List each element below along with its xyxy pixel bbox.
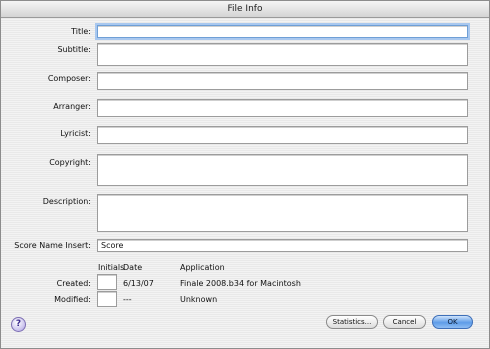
created-date: 6/13/07	[123, 279, 154, 288]
modified-date: ---	[123, 295, 132, 304]
arranger-field[interactable]	[97, 99, 468, 117]
application-header: Application	[180, 263, 225, 272]
modified-application: Unknown	[180, 295, 218, 304]
description-field[interactable]	[97, 194, 468, 232]
created-initials-field[interactable]	[97, 274, 117, 290]
ok-button[interactable]: OK	[432, 315, 473, 329]
modified-label: Modified:	[54, 295, 91, 304]
score-name-insert-field[interactable]	[97, 239, 468, 252]
score-name-insert-label: Score Name Insert:	[14, 241, 91, 250]
help-icon[interactable]: ?	[11, 317, 26, 332]
copyright-field[interactable]	[97, 154, 468, 186]
composer-label: Composer:	[47, 74, 91, 83]
statistics-button[interactable]: Statistics...	[326, 315, 378, 329]
description-label: Description:	[42, 197, 91, 206]
date-header: Date	[123, 263, 143, 272]
title-field[interactable]	[97, 25, 468, 38]
title-label: Title:	[71, 27, 91, 36]
created-label: Created:	[56, 279, 91, 288]
copyright-label: Copyright:	[49, 158, 91, 167]
created-application: Finale 2008.b34 for Macintosh	[180, 279, 301, 288]
subtitle-field[interactable]	[97, 43, 468, 66]
file-info-dialog: File Info Title: Subtitle: Composer: Arr…	[0, 0, 490, 349]
subtitle-label: Subtitle:	[57, 45, 91, 54]
arranger-label: Arranger:	[53, 102, 91, 111]
lyricist-label: Lyricist:	[60, 129, 91, 138]
modified-initials-field[interactable]	[97, 291, 117, 307]
lyricist-field[interactable]	[97, 126, 468, 144]
cancel-button[interactable]: Cancel	[383, 315, 426, 329]
window-title: File Info	[1, 1, 489, 18]
composer-field[interactable]	[97, 72, 468, 90]
initials-header: Initials	[98, 263, 125, 272]
